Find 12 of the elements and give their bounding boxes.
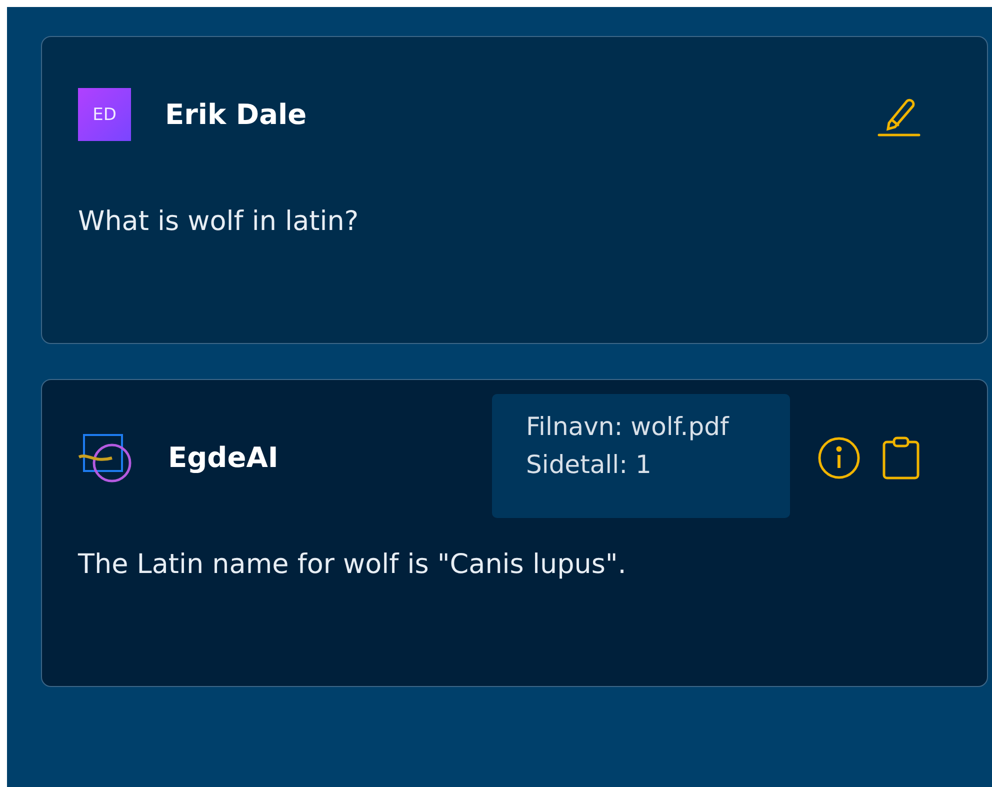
author-name: EgdeAI xyxy=(168,441,278,474)
author-name: Erik Dale xyxy=(165,98,307,131)
source-info: Sidetall: 1 xyxy=(526,450,652,479)
avatar: ED xyxy=(78,88,131,141)
logo-icon xyxy=(78,432,134,482)
message-text: The Latin name for wolf is "Canis lupus". xyxy=(78,549,628,580)
source-info: Filnavn: wolf.pdf xyxy=(526,412,730,441)
info-icon xyxy=(817,436,861,480)
copy-button[interactable] xyxy=(881,436,921,480)
info-button[interactable] xyxy=(817,436,861,480)
clipboard-icon xyxy=(881,436,921,480)
message-text: What is wolf in latin? xyxy=(78,206,360,237)
